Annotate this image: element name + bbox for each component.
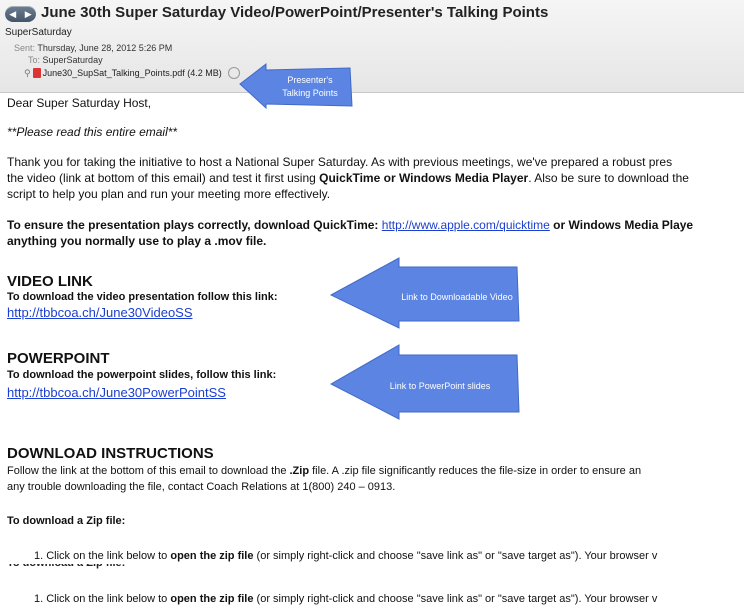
step-1-c: (or simply right-click and choose "save … [253, 550, 658, 562]
ensure-line-2: anything you normally use to play a .mov… [7, 234, 267, 248]
zip-heading: To download a Zip file: [7, 515, 126, 527]
step-1-repeat-bold: open the zip file [170, 593, 254, 605]
sent-row: Sent: Thursday, June 28, 2012 5:26 PM [14, 43, 172, 53]
step-1-repeat-c: (or simply right-click and choose "save … [253, 593, 658, 605]
paperclip-icon: ⚲ [24, 67, 31, 78]
download-line-1-a: Follow the link at the bottom of this em… [7, 465, 290, 477]
download-line-1-bold: .Zip [289, 465, 310, 477]
attachment-row[interactable]: ⚲ June30_SupSat_Talking_Points.pdf (4.2 … [24, 67, 240, 79]
video-instructions: To download the video presentation follo… [7, 291, 278, 303]
to-row: To: SuperSaturday [28, 55, 103, 65]
step-1-repeat-a: 1. Click on the link below to [34, 593, 171, 605]
ensure-text-a: To ensure the presentation plays correct… [7, 218, 382, 232]
presenter-callout-text: Presenter's Talking Points [266, 74, 354, 100]
step-1-repeat: 1. Click on the link below to open the z… [34, 593, 657, 605]
email-header: ◀ ▶ June 30th Super Saturday Video/Power… [0, 0, 744, 93]
pdf-file-icon [32, 68, 41, 78]
intro-line-2: the video (link at bottom of this email)… [7, 171, 689, 185]
step-1: 1. Click on the link below to open the z… [34, 550, 657, 562]
to-label: To: [28, 55, 41, 65]
email-subject: June 30th Super Saturday Video/PowerPoin… [41, 4, 549, 21]
to-value[interactable]: SuperSaturday [43, 55, 103, 65]
powerpoint-instructions: To download the powerpoint slides, follo… [7, 369, 277, 381]
greeting: Dear Super Saturday Host, [7, 96, 152, 110]
intro-line-1: Thank you for taking the initiative to h… [7, 155, 673, 169]
download-line-1-c: file. A .zip file significantly reduces … [309, 465, 642, 477]
sent-value: Thursday, June 28, 2012 5:26 PM [37, 43, 173, 53]
powerpoint-link[interactable]: http://tbbcoa.ch/June30PowerPointSS [7, 385, 226, 400]
download-line-2: any trouble downloading the file, contac… [7, 481, 396, 493]
download-section-title: DOWNLOAD INSTRUCTIONS [7, 445, 214, 462]
please-read-note: **Please read this entire email** [7, 125, 178, 139]
back-forward-buttons[interactable]: ◀ ▶ [5, 6, 36, 22]
powerpoint-section-title: POWERPOINT [7, 350, 110, 367]
video-link[interactable]: http://tbbcoa.ch/June30VideoSS [7, 305, 193, 320]
powerpoint-callout-text: Link to PowerPoint slides [389, 381, 491, 391]
ensure-text-b: or Windows Media Playe [549, 218, 694, 232]
back-arrow-icon[interactable]: ◀ [9, 6, 16, 22]
attachment-name[interactable]: June30_SupSat_Talking_Points.pdf (4.2 MB… [43, 68, 222, 78]
quicktime-link[interactable]: http://www.apple.com/quicktime [382, 218, 550, 232]
intro-line-2-bold: QuickTime or Windows Media Player [319, 171, 529, 185]
sent-label: Sent: [14, 43, 36, 53]
video-section-title: VIDEO LINK [7, 273, 93, 290]
presenter-callout-line1: Presenter's [287, 75, 333, 85]
intro-line-2-a: the video (link at bottom of this email)… [7, 171, 320, 185]
video-callout-text: Link to Downloadable Video [401, 292, 513, 302]
sender-name[interactable]: SuperSaturday [5, 27, 72, 38]
download-line-1: Follow the link at the bottom of this em… [7, 465, 641, 477]
presenter-callout-line2: Talking Points [282, 88, 338, 98]
intro-line-2-c: . Also be sure to download the [528, 171, 689, 185]
intro-line-3: script to help you plan and run your mee… [7, 187, 331, 201]
forward-arrow-icon[interactable]: ▶ [25, 6, 32, 22]
ensure-line-1: To ensure the presentation plays correct… [7, 218, 693, 232]
step-1-bold: open the zip file [170, 550, 254, 562]
step-1-a: 1. Click on the link below to [34, 550, 171, 562]
